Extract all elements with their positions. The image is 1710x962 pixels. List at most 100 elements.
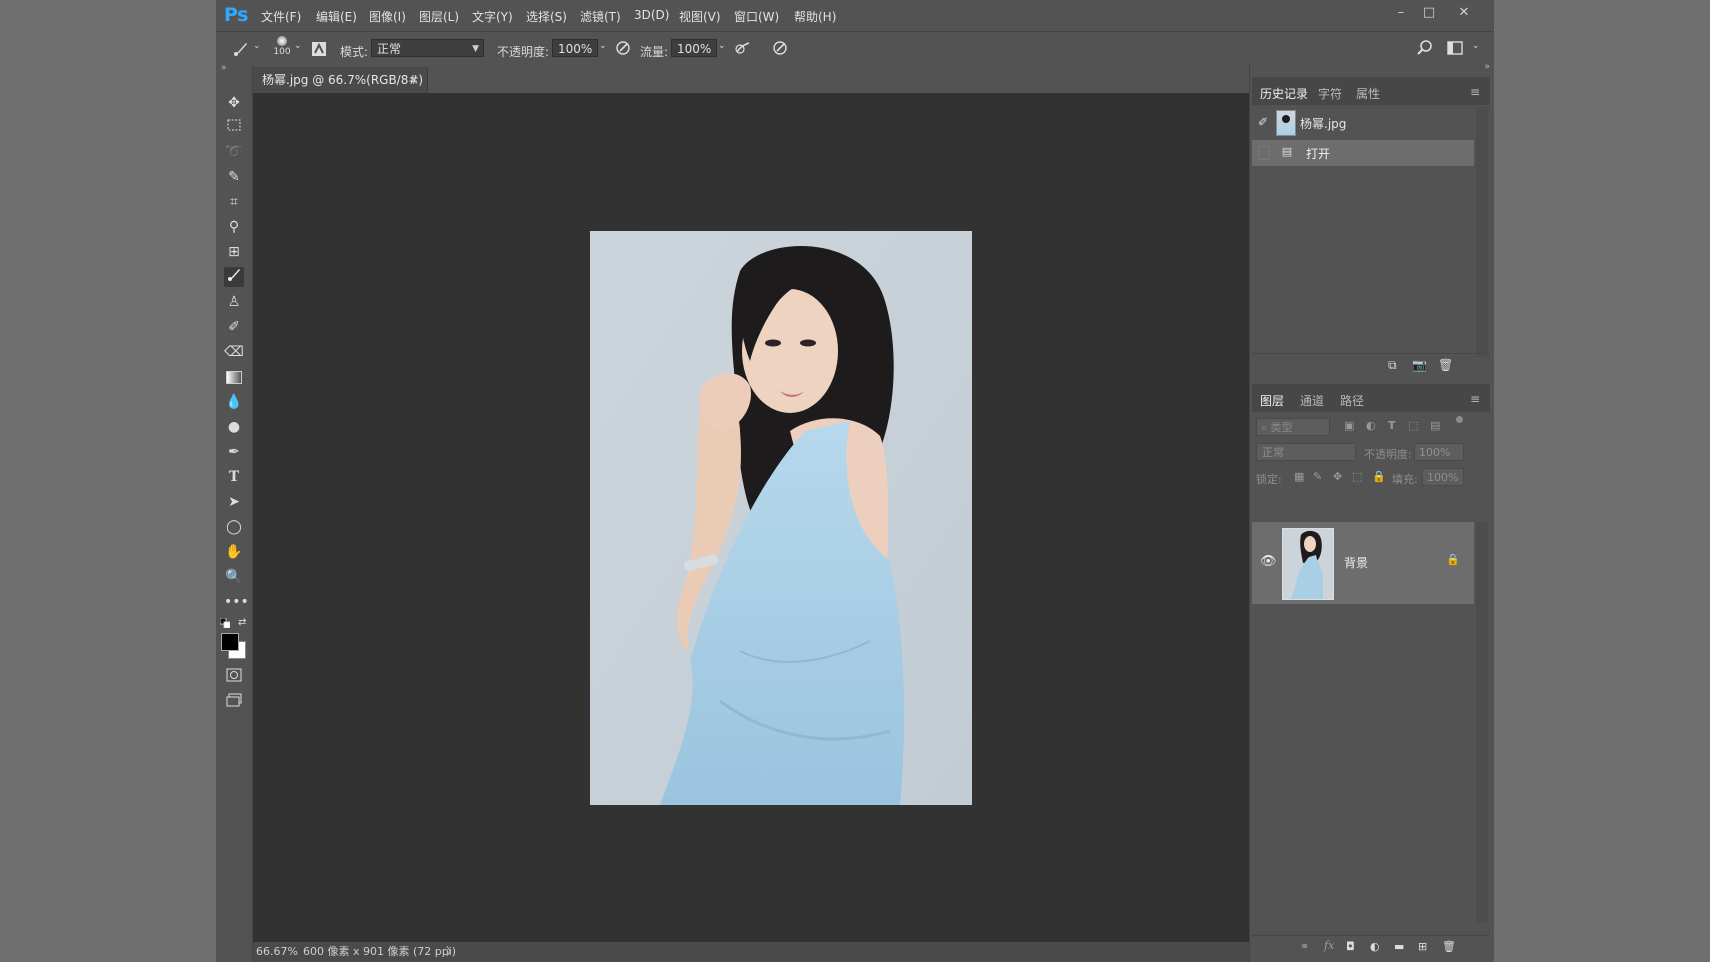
- history-brush-tool-icon[interactable]: ✐: [224, 317, 244, 337]
- menu-filter[interactable]: 滤镜(T): [580, 8, 621, 25]
- document-tab[interactable]: 杨幂.jpg @ 66.7%(RGB/8#) ×: [253, 67, 428, 93]
- pen-tool-icon[interactable]: ✒: [224, 442, 244, 462]
- search-icon[interactable]: [1416, 39, 1434, 57]
- type-tool-icon[interactable]: T: [224, 467, 244, 487]
- menu-help[interactable]: 帮助(H): [794, 8, 836, 25]
- menu-layer[interactable]: 图层(L): [419, 8, 459, 25]
- crop-tool-icon[interactable]: ⌗: [224, 192, 244, 212]
- trash-icon[interactable]: 🗑: [1442, 940, 1456, 953]
- panel-menu-icon[interactable]: ≡: [1470, 392, 1480, 406]
- mode-select[interactable]: 正常 ▼: [371, 39, 484, 57]
- status-menu-arrow-icon[interactable]: 〉: [446, 942, 457, 962]
- history-snapshot[interactable]: ✐ 杨幂.jpg: [1252, 107, 1474, 139]
- link-layers-icon[interactable]: ⚭: [1300, 940, 1309, 953]
- eye-icon[interactable]: 👁: [1260, 554, 1277, 569]
- filter-adjustment-icon[interactable]: ◐: [1366, 419, 1376, 432]
- tab-character[interactable]: 字符: [1318, 85, 1342, 102]
- workspace-icon[interactable]: [1445, 39, 1465, 57]
- pressure-opacity-icon[interactable]: [614, 39, 632, 57]
- chevron-down-icon[interactable]: ⌄: [599, 41, 607, 51]
- menu-image[interactable]: 图像(I): [369, 8, 406, 25]
- swap-colors-icon[interactable]: ⇄: [238, 617, 246, 628]
- minimize-button[interactable]: –: [1388, 3, 1414, 23]
- lock-position-icon[interactable]: ✥: [1333, 470, 1342, 483]
- add-mask-icon[interactable]: ◘: [1346, 940, 1355, 953]
- brush-tool-icon[interactable]: [232, 40, 250, 58]
- flow-input[interactable]: 100%: [671, 39, 717, 57]
- clone-stamp-tool-icon[interactable]: ♙: [224, 292, 244, 312]
- lock-all-icon[interactable]: 🔒: [1372, 470, 1386, 483]
- lock-artboard-icon[interactable]: ⬚: [1352, 470, 1362, 483]
- filter-type-icon[interactable]: T: [1388, 419, 1396, 432]
- camera-icon[interactable]: 📷: [1412, 358, 1427, 372]
- menu-3d[interactable]: 3D(D): [634, 8, 669, 22]
- path-select-tool-icon[interactable]: ➤: [224, 492, 244, 512]
- fill-input[interactable]: 100%: [1422, 468, 1464, 486]
- layer-row[interactable]: 👁 背景 🔒: [1252, 522, 1474, 604]
- fx-icon[interactable]: fx: [1324, 939, 1334, 952]
- history-step[interactable]: ▤ 打开: [1252, 140, 1474, 166]
- layers-scrollbar[interactable]: [1476, 522, 1488, 922]
- trash-icon[interactable]: 🗑: [1438, 358, 1453, 372]
- zoom-tool-icon[interactable]: 🔍: [224, 567, 244, 587]
- close-button[interactable]: ✕: [1451, 3, 1477, 23]
- brush-tool-icon[interactable]: [224, 267, 244, 287]
- chevron-down-icon[interactable]: ⌄: [294, 41, 302, 51]
- filter-shape-icon[interactable]: ⬚: [1408, 419, 1418, 432]
- lasso-tool-icon[interactable]: ➰: [224, 142, 244, 162]
- lock-transparent-icon[interactable]: ▦: [1294, 470, 1304, 483]
- healing-brush-tool-icon[interactable]: ⊞: [224, 242, 244, 262]
- filter-pixel-icon[interactable]: ▣: [1344, 419, 1354, 432]
- adjustment-layer-icon[interactable]: ◐: [1370, 940, 1380, 953]
- more-tools-icon[interactable]: •••: [224, 592, 249, 612]
- marquee-tool-icon[interactable]: [224, 117, 244, 137]
- quick-select-tool-icon[interactable]: ✎: [224, 167, 244, 187]
- chevron-down-icon[interactable]: ⌄: [1472, 41, 1480, 51]
- panel-menu-icon[interactable]: ≡: [1470, 85, 1480, 99]
- menu-edit[interactable]: 编辑(E): [316, 8, 357, 25]
- menu-view[interactable]: 视图(V): [679, 8, 721, 25]
- menu-type[interactable]: 文字(Y): [472, 8, 513, 25]
- blur-tool-icon[interactable]: 💧: [224, 392, 244, 412]
- tab-channels[interactable]: 通道: [1300, 392, 1324, 409]
- lock-pixels-icon[interactable]: ✎: [1313, 470, 1322, 483]
- history-brush-source-icon[interactable]: ✐: [1258, 115, 1268, 129]
- eyedropper-tool-icon[interactable]: ⚲: [224, 217, 244, 237]
- pressure-size-icon[interactable]: [771, 39, 789, 57]
- foreground-color-swatch[interactable]: [221, 633, 239, 651]
- tab-paths[interactable]: 路径: [1340, 392, 1364, 409]
- ellipse-tool-icon[interactable]: ◯: [224, 517, 244, 537]
- brush-preset-picker[interactable]: 100: [271, 36, 293, 62]
- blend-mode-select[interactable]: 正常: [1256, 443, 1356, 461]
- tab-properties[interactable]: 属性: [1356, 85, 1380, 102]
- new-document-from-state-icon[interactable]: ⧉: [1388, 358, 1397, 373]
- chevron-down-icon[interactable]: ⌄: [253, 41, 261, 51]
- brush-panel-icon[interactable]: [310, 40, 328, 58]
- layer-opacity-input[interactable]: 100%: [1414, 443, 1464, 461]
- menu-window[interactable]: 窗口(W): [734, 8, 779, 25]
- menu-file[interactable]: 文件(F): [261, 8, 301, 25]
- screen-mode-icon[interactable]: [224, 693, 244, 713]
- collapse-icon[interactable]: »: [221, 63, 227, 73]
- gradient-tool-icon[interactable]: [224, 367, 244, 387]
- eraser-tool-icon[interactable]: ⌫: [224, 342, 244, 362]
- history-brush-source-icon[interactable]: [1258, 146, 1270, 160]
- folder-icon[interactable]: ▬: [1394, 940, 1404, 953]
- chevron-down-icon[interactable]: ⌄: [718, 41, 726, 51]
- opacity-input[interactable]: 100%: [552, 39, 598, 57]
- filter-toggle-icon[interactable]: [1456, 416, 1463, 423]
- dodge-tool-icon[interactable]: ●: [224, 417, 244, 437]
- hand-tool-icon[interactable]: ✋: [224, 542, 244, 562]
- collapse-icon[interactable]: »: [1484, 62, 1490, 72]
- maximize-button[interactable]: □: [1416, 3, 1442, 23]
- layer-filter-select[interactable]: ⌕ 类型: [1256, 418, 1330, 436]
- close-tab-icon[interactable]: ×: [409, 67, 419, 93]
- new-layer-icon[interactable]: ⊞: [1418, 940, 1427, 953]
- airbrush-icon[interactable]: [734, 39, 752, 57]
- move-tool-icon[interactable]: ✥: [224, 93, 244, 113]
- filter-smart-object-icon[interactable]: ▤: [1430, 419, 1440, 432]
- history-scrollbar[interactable]: [1476, 107, 1488, 357]
- menu-select[interactable]: 选择(S): [526, 8, 567, 25]
- tab-history[interactable]: 历史记录: [1260, 85, 1308, 102]
- quick-mask-icon[interactable]: [224, 668, 244, 688]
